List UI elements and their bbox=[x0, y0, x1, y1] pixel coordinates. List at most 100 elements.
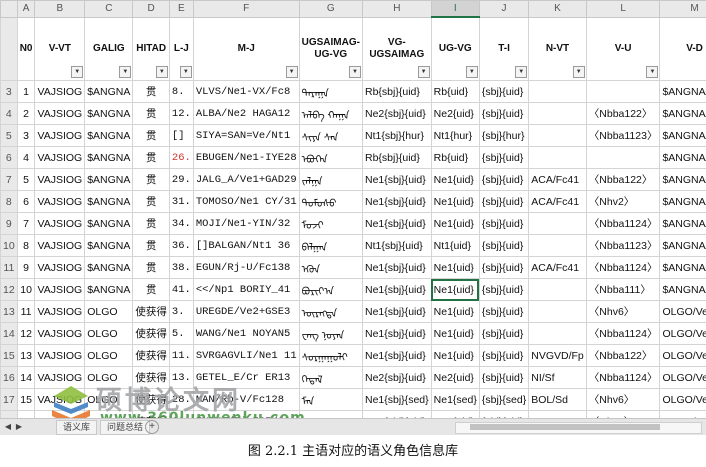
table-cell[interactable]: 〈Nbba1123〉 bbox=[585, 124, 661, 147]
spreadsheet-grid[interactable]: ABCDEFGHIJKLMN N0V-VT▼GALIG▼HITAD▼L-J▼M-… bbox=[0, 0, 706, 418]
table-cell[interactable]: Ne2{uid} bbox=[430, 366, 480, 389]
sheet-tab-1[interactable]: 问题总结 bbox=[100, 420, 151, 435]
table-cell[interactable]: VAJSIOG bbox=[34, 146, 86, 169]
column-header-e[interactable]: E bbox=[168, 0, 194, 18]
table-cell[interactable]: VAJSIOG bbox=[34, 124, 86, 147]
table-cell[interactable]: VAJSIOG bbox=[34, 234, 86, 257]
table-cell[interactable]: Ne1{sbj}{uid} bbox=[361, 168, 432, 191]
table-cell[interactable]: Ne1{sbj}{uid} bbox=[361, 322, 432, 345]
filter-dropdown-icon[interactable]: ▼ bbox=[71, 66, 84, 78]
table-cell[interactable]: 3. bbox=[168, 300, 194, 323]
filter-dropdown-icon[interactable]: ▼ bbox=[119, 66, 132, 78]
column-header-l[interactable]: L bbox=[585, 0, 661, 18]
table-cell[interactable]: Ne2{sbj}{uid} bbox=[361, 102, 432, 125]
table-cell[interactable]: VAJSIOG bbox=[34, 366, 86, 389]
table-cell[interactable]: $ANGNA bbox=[84, 256, 134, 279]
table-cell[interactable]: ᠪᠣᠷᠢᠶ᠎ᠠ bbox=[298, 278, 363, 301]
table-cell[interactable]: EBUGEN/Ne1-IYE28 bbox=[192, 146, 300, 169]
table-cell[interactable]: 使获得 bbox=[132, 344, 170, 367]
row-number[interactable]: 10 bbox=[0, 234, 18, 257]
table-cell[interactable]: Ne1{uid} bbox=[430, 256, 480, 279]
table-cell[interactable]: $ANGNA bbox=[84, 80, 134, 103]
table-cell[interactable]: $ANGNA bbox=[84, 168, 134, 191]
table-cell[interactable]: {sbj}{uid} bbox=[478, 322, 530, 345]
table-cell[interactable]: 38. bbox=[168, 256, 194, 279]
table-cell[interactable]: SVRGAGVLI/Ne1 11 bbox=[192, 344, 300, 367]
table-cell[interactable]: ALBA/Ne2 HAGA12 bbox=[192, 102, 300, 125]
cell-n0[interactable]: 3 bbox=[16, 124, 36, 147]
table-cell[interactable]: OLGO/Ve2 bbox=[659, 344, 706, 367]
table-cell[interactable]: MAN/Rb-V/Fc128 bbox=[192, 388, 300, 411]
table-cell[interactable]: Ne1{uid} bbox=[430, 344, 480, 367]
table-cell[interactable] bbox=[528, 102, 587, 125]
row-number[interactable] bbox=[0, 16, 18, 81]
field-header-cell[interactable]: V-U ▼ bbox=[585, 16, 661, 81]
cell-n0[interactable]: 8 bbox=[16, 234, 36, 257]
table-cell[interactable]: 〈Nbba1124〉 bbox=[585, 366, 661, 389]
table-cell[interactable]: 8. bbox=[168, 80, 194, 103]
table-cell[interactable]: 贯 bbox=[132, 190, 170, 213]
table-cell[interactable]: VAJSIOG bbox=[34, 168, 86, 191]
field-header-cell[interactable]: L-J ▼ bbox=[168, 16, 194, 81]
filter-dropdown-icon[interactable]: ▼ bbox=[285, 66, 298, 78]
cell-n0[interactable]: 11 bbox=[16, 300, 36, 323]
table-cell[interactable]: Ne1{uid} bbox=[430, 322, 480, 345]
table-cell[interactable]: ACA/Fc41 bbox=[528, 190, 587, 213]
table-cell[interactable]: NVGVD/Fp bbox=[528, 344, 587, 367]
table-cell[interactable]: 12. bbox=[168, 102, 194, 125]
field-header-cell[interactable]: VG-UGSAIMAG ▼ bbox=[361, 16, 432, 81]
table-cell[interactable]: Nt1{sbj}{hur} bbox=[361, 124, 432, 147]
table-cell[interactable]: 使获得 bbox=[132, 300, 170, 323]
table-cell[interactable]: Ne1{sbj}{uid} bbox=[361, 190, 432, 213]
table-cell[interactable]: 11. bbox=[168, 344, 194, 367]
row-number[interactable]: 6 bbox=[0, 146, 18, 169]
table-cell[interactable]: 〈Nbba122〉 bbox=[585, 344, 661, 367]
table-cell[interactable]: 5. bbox=[168, 322, 194, 345]
table-cell[interactable]: 34. bbox=[168, 212, 194, 235]
table-cell[interactable]: $ANGNA/Ve1 bbox=[659, 234, 706, 257]
column-header-g[interactable]: G bbox=[298, 0, 363, 18]
table-cell[interactable]: Ne1{uid} bbox=[430, 168, 480, 191]
table-cell[interactable] bbox=[528, 80, 587, 103]
table-cell[interactable]: OLGO bbox=[84, 344, 134, 367]
column-header-m[interactable]: M bbox=[659, 0, 706, 18]
table-cell[interactable]: VAJSIOG bbox=[34, 388, 86, 411]
table-cell[interactable]: Ne1{sbj}{uid} bbox=[361, 256, 432, 279]
column-header-i[interactable]: I bbox=[430, 0, 480, 18]
table-cell[interactable]: 贯 bbox=[132, 256, 170, 279]
table-cell[interactable]: ᠰᠤᠷᠭᠠᠭᠤᠯᠢ bbox=[298, 344, 363, 367]
table-cell[interactable]: OLGO bbox=[84, 388, 134, 411]
table-cell[interactable]: $ANGNA bbox=[84, 212, 134, 235]
table-cell[interactable]: Ne1{sbj}{uid} bbox=[361, 344, 432, 367]
filter-dropdown-icon[interactable]: ▼ bbox=[465, 66, 478, 78]
table-cell[interactable]: Nt1{sbj}{uid} bbox=[361, 234, 432, 257]
table-cell[interactable]: VAJSIOG bbox=[34, 80, 86, 103]
table-cell[interactable]: {sbj}{hur} bbox=[478, 124, 530, 147]
table-cell[interactable]: {sbj}{uid} bbox=[478, 102, 530, 125]
table-cell[interactable]: {sbj}{uid} bbox=[478, 278, 530, 301]
table-cell[interactable]: WANG/Ne1 NOYAN5 bbox=[192, 322, 300, 345]
table-cell[interactable]: OLGO/Ve2 bbox=[659, 300, 706, 323]
field-header-cell[interactable]: T-I ▼ bbox=[478, 16, 530, 81]
table-cell[interactable]: <</Np1 BORIY_41 bbox=[192, 278, 300, 301]
column-header-k[interactable]: K bbox=[528, 0, 587, 18]
table-cell[interactable] bbox=[528, 322, 587, 345]
cell-n0[interactable]: 16 bbox=[16, 410, 36, 418]
table-cell[interactable]: $ANGNA bbox=[84, 124, 134, 147]
filter-dropdown-icon[interactable]: ▼ bbox=[155, 66, 168, 78]
table-cell[interactable]: {sbj}{uid} bbox=[478, 256, 530, 279]
table-cell[interactable]: $ANGNA/Ve1 bbox=[659, 102, 706, 125]
table-cell[interactable]: Nt1{uid} bbox=[430, 234, 480, 257]
cell-n0[interactable]: 2 bbox=[16, 102, 36, 125]
table-cell[interactable]: [] bbox=[168, 124, 194, 147]
table-cell[interactable]: OLGO/Ve2 bbox=[659, 366, 706, 389]
table-cell[interactable]: VAJSIOG bbox=[34, 410, 86, 418]
table-cell[interactable]: 31. bbox=[168, 190, 194, 213]
table-cell[interactable]: 使获得 bbox=[132, 322, 170, 345]
table-cell[interactable]: UREGDE/Ve2+GSE3 bbox=[192, 300, 300, 323]
row-number[interactable]: 18 bbox=[0, 410, 18, 418]
cell-n0[interactable]: 13 bbox=[16, 344, 36, 367]
table-cell[interactable]: 使获得 bbox=[132, 366, 170, 389]
column-header-a[interactable]: A bbox=[16, 0, 36, 18]
table-cell[interactable]: ᠡᠶᠢᠮᠦ bbox=[298, 410, 363, 418]
